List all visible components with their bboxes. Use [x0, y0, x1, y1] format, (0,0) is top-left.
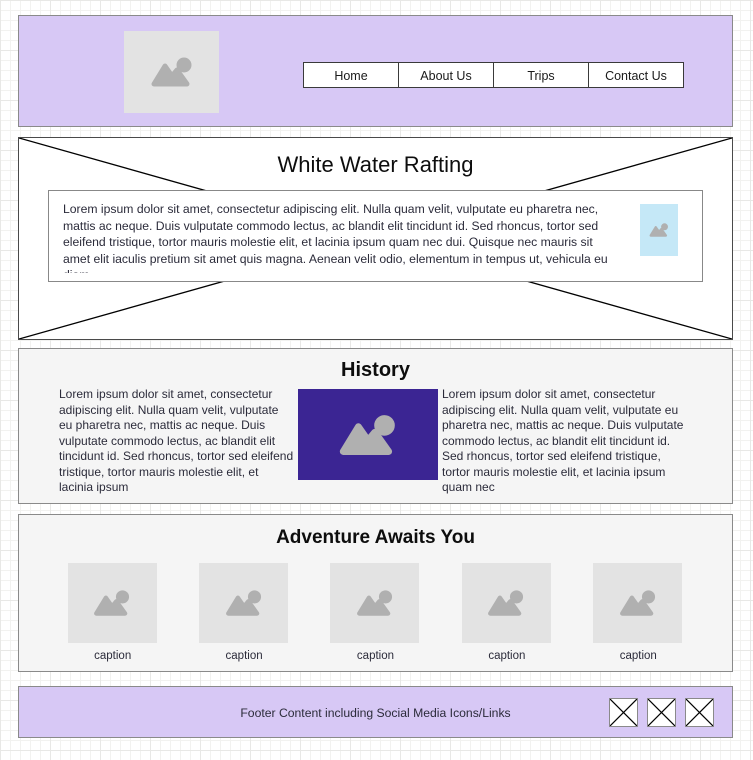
image-placeholder-icon — [339, 414, 395, 455]
gallery-caption: caption — [488, 650, 526, 662]
gallery-item[interactable]: caption — [199, 563, 289, 662]
gallery-items: caption caption caption caption caption — [19, 563, 732, 662]
gallery-section: Adventure Awaits You caption caption cap… — [18, 514, 733, 672]
site-header: Home About Us Trips Contact Us — [18, 15, 733, 127]
gallery-item[interactable]: caption — [593, 563, 683, 662]
gallery-item[interactable]: caption — [67, 563, 158, 662]
nav-item-trips[interactable]: Trips — [493, 62, 589, 88]
gallery-image-placeholder[interactable] — [67, 563, 157, 643]
gallery-caption: caption — [225, 650, 263, 662]
image-placeholder-icon — [94, 590, 130, 616]
gallery-item[interactable]: caption — [330, 563, 420, 662]
social-media-icon-1[interactable] — [609, 698, 638, 727]
hero-content-box: Lorem ipsum dolor sit amet, consectetur … — [48, 190, 703, 282]
nav-item-home[interactable]: Home — [303, 62, 399, 88]
gallery-image-placeholder[interactable] — [199, 563, 289, 643]
gallery-item[interactable]: caption — [461, 563, 552, 662]
footer-social-icons — [609, 698, 714, 727]
nav-item-contact-us[interactable]: Contact Us — [588, 62, 684, 88]
gallery-caption: caption — [619, 650, 657, 662]
wireframe-page: Home About Us Trips Contact Us White Wat… — [0, 0, 753, 760]
main-navigation: Home About Us Trips Contact Us — [303, 62, 684, 88]
site-footer: Footer Content including Social Media Ic… — [18, 686, 733, 738]
social-media-icon-3[interactable] — [685, 698, 714, 727]
nav-item-about-us[interactable]: About Us — [398, 62, 494, 88]
image-placeholder-icon — [488, 590, 524, 616]
cross-box-icon — [647, 698, 676, 727]
cross-box-icon — [609, 698, 638, 727]
history-columns: Lorem ipsum dolor sit amet, consectetur … — [19, 387, 732, 497]
image-placeholder-icon — [151, 57, 191, 87]
gallery-caption: caption — [94, 650, 132, 662]
history-title: History — [341, 359, 410, 381]
hero-body-text: Lorem ipsum dolor sit amet, consectetur … — [63, 202, 608, 273]
hero-title: White Water Rafting — [277, 152, 474, 177]
history-left-text: Lorem ipsum dolor sit amet, consectetur … — [59, 387, 294, 494]
cross-box-icon — [685, 698, 714, 727]
gallery-image-placeholder[interactable] — [593, 563, 683, 643]
gallery-image-placeholder[interactable] — [330, 563, 420, 643]
hero-image-placeholder[interactable] — [640, 204, 678, 256]
history-image-placeholder[interactable] — [298, 389, 438, 480]
gallery-caption: caption — [356, 650, 395, 662]
image-placeholder-icon — [619, 590, 655, 616]
history-right-text: Lorem ipsum dolor sit amet, consectetur … — [442, 387, 684, 494]
gallery-image-placeholder[interactable] — [461, 563, 551, 643]
image-placeholder-icon — [649, 223, 668, 237]
image-placeholder-icon — [357, 590, 393, 616]
image-placeholder-icon — [225, 590, 261, 616]
logo-image-placeholder[interactable] — [124, 31, 219, 113]
hero-section: White Water Rafting Lorem ipsum dolor si… — [18, 137, 733, 340]
history-section: History Lorem ipsum dolor sit amet, cons… — [18, 348, 733, 504]
gallery-title: Adventure Awaits You — [276, 527, 475, 548]
social-media-icon-2[interactable] — [647, 698, 676, 727]
